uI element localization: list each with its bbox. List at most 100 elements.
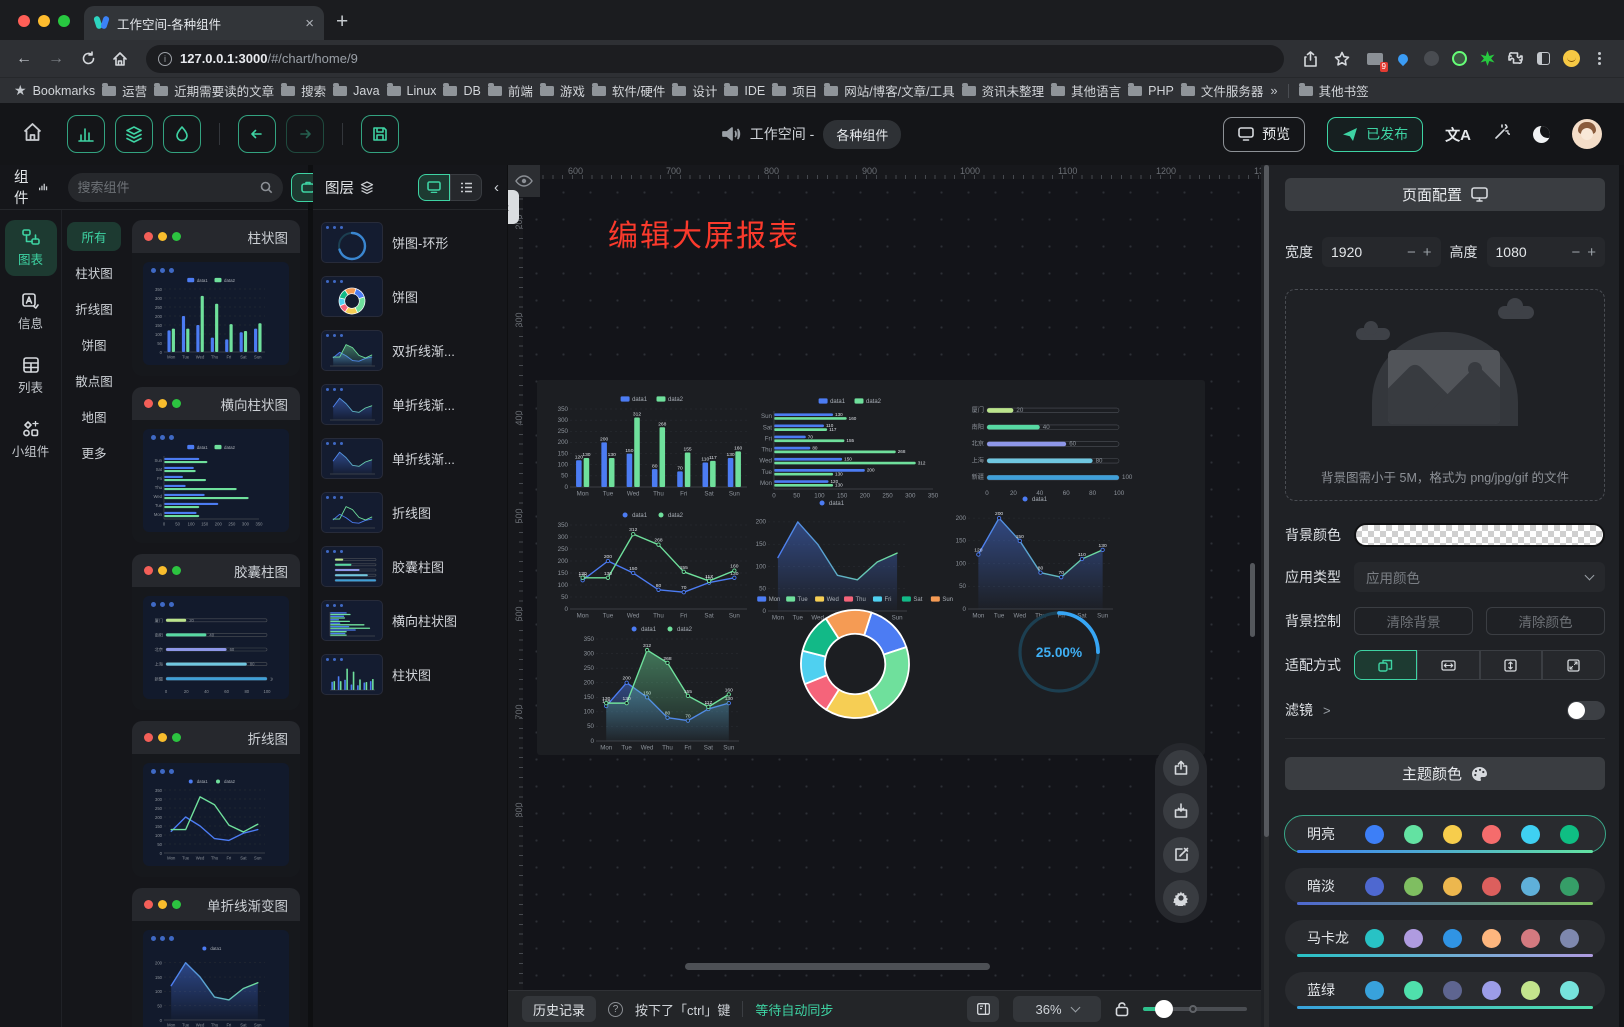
- canvas-chart-hbar[interactable]: data1data2130110708015020012016011715526…: [755, 394, 947, 500]
- forward-icon[interactable]: →: [42, 45, 70, 73]
- fit-stretch-button[interactable]: [1542, 650, 1605, 680]
- fit-height-button[interactable]: [1480, 650, 1543, 680]
- bookmark-star-icon[interactable]: [1328, 45, 1356, 73]
- zoom-select[interactable]: 36%: [1013, 996, 1101, 1022]
- bookmark-folder[interactable]: 网站/博客/文章/工具: [824, 81, 954, 100]
- other-bookmarks-folder[interactable]: 其他书签: [1299, 81, 1369, 100]
- site-info-icon[interactable]: i: [158, 52, 172, 66]
- minimize-window-button[interactable]: [38, 15, 50, 27]
- category-pie[interactable]: 饼图: [67, 330, 121, 359]
- share-icon[interactable]: [1296, 45, 1324, 73]
- collapse-layers-icon[interactable]: ‹: [494, 179, 499, 196]
- bookmark-folder[interactable]: 游戏: [540, 81, 585, 100]
- back-icon[interactable]: ←: [10, 45, 38, 73]
- maximize-window-button[interactable]: [58, 15, 70, 27]
- category-all[interactable]: 所有: [67, 222, 121, 251]
- bookmark-folder[interactable]: 近期需要读的文章: [154, 81, 274, 100]
- nav-item-charts[interactable]: 图表: [5, 220, 57, 276]
- decrease-width-button[interactable]: −: [1407, 244, 1416, 261]
- bookmarks-root[interactable]: ★Bookmarks: [14, 82, 95, 99]
- bookmark-folder[interactable]: DB: [443, 84, 480, 98]
- canvas-chart-bar[interactable]: data1data2050100150200250300350120200150…: [551, 392, 755, 498]
- browser-tab[interactable]: 工作空间-各种组件 ×: [84, 6, 324, 40]
- bookmark-folder[interactable]: 设计: [672, 81, 717, 100]
- magic-wand-icon[interactable]: [1493, 123, 1511, 146]
- width-value[interactable]: 1920: [1331, 244, 1400, 260]
- component-card-hbar[interactable]: 横向柱状图 data1data2MonTueWedThuFriSatSun050…: [132, 387, 300, 543]
- theme-row-bright[interactable]: 明亮: [1285, 816, 1605, 852]
- theme-color-button[interactable]: 主题颜色: [1285, 757, 1605, 790]
- nav-item-list[interactable]: 列表: [5, 348, 57, 404]
- height-value[interactable]: 1080: [1496, 244, 1565, 260]
- extension-green-circle-icon[interactable]: [1450, 50, 1468, 68]
- bookmark-folder[interactable]: IDE: [724, 84, 765, 98]
- window-controls[interactable]: [0, 15, 84, 40]
- fit-width-button[interactable]: [1417, 650, 1480, 680]
- publish-button[interactable]: 已发布: [1327, 117, 1423, 152]
- undo-button[interactable]: [238, 115, 276, 153]
- clear-background-button[interactable]: 清除背景: [1354, 607, 1473, 635]
- dark-mode-icon[interactable]: [1533, 126, 1550, 143]
- category-more[interactable]: 更多: [67, 438, 121, 467]
- help-icon[interactable]: ?: [608, 1002, 623, 1017]
- component-card-line-gradient[interactable]: 单折线渐变图 data1050100150200MonTueWedThuFriS…: [132, 888, 300, 1027]
- readme-panel-button[interactable]: [967, 996, 999, 1022]
- search-input[interactable]: [78, 180, 254, 195]
- bookmark-folder[interactable]: 资讯未整理: [962, 81, 1045, 100]
- layer-item[interactable]: 胶囊柱图: [321, 546, 499, 587]
- filter-expand-icon[interactable]: >: [1323, 703, 1331, 718]
- layer-item[interactable]: 饼图-环形: [321, 222, 499, 263]
- workspace-name-badge[interactable]: 各种组件: [823, 120, 901, 149]
- height-stepper[interactable]: 1080 − +: [1487, 237, 1606, 267]
- zoom-slider[interactable]: [1143, 1007, 1247, 1011]
- bookmark-folder[interactable]: 项目: [772, 81, 817, 100]
- bookmark-folder[interactable]: 文件服务器: [1181, 81, 1264, 100]
- tab-close-icon[interactable]: ×: [305, 15, 314, 32]
- background-color-swatch[interactable]: [1354, 523, 1605, 547]
- lock-icon[interactable]: [1115, 1001, 1129, 1017]
- dashboard-preview[interactable]: data1data2050100150200250300350120200150…: [537, 380, 1205, 755]
- bookmark-folder[interactable]: 前端: [488, 81, 533, 100]
- chart-panel-toggle-button[interactable]: [67, 115, 105, 153]
- canvas-chart-capsule[interactable]: 厦门20南阳40北京60上海80新疆100020406080100: [967, 398, 1133, 498]
- bookmark-folder[interactable]: Java: [333, 84, 379, 98]
- extension-kbd-icon[interactable]: 9: [1366, 50, 1384, 68]
- panel-collapse-button[interactable]: ‹: [508, 190, 519, 224]
- category-scatter[interactable]: 散点图: [67, 366, 121, 395]
- theme-row-macaron[interactable]: 马卡龙: [1285, 920, 1605, 956]
- canvas-horizontal-scrollbar[interactable]: [685, 963, 990, 970]
- new-tab-button[interactable]: +: [336, 11, 348, 32]
- app-type-select[interactable]: 应用颜色: [1354, 562, 1605, 592]
- extension-circle-icon[interactable]: [1422, 50, 1440, 68]
- theme-row-dim[interactable]: 暗淡: [1285, 868, 1605, 904]
- background-upload-dropzone[interactable]: 背景图需小于 5M，格式为 png/jpg/gif 的文件: [1285, 289, 1605, 501]
- user-avatar[interactable]: [1572, 119, 1602, 149]
- slider-knob[interactable]: [1155, 1000, 1173, 1018]
- reload-icon[interactable]: [74, 45, 102, 73]
- close-window-button[interactable]: [18, 15, 30, 27]
- canvas-chart-progress-ring[interactable]: 25.00%: [1015, 608, 1103, 696]
- bookmarks-overflow-button[interactable]: »: [1270, 83, 1277, 98]
- nav-item-widgets[interactable]: 小组件: [5, 412, 57, 468]
- side-panel-icon[interactable]: [1534, 50, 1552, 68]
- language-switch-icon[interactable]: 文A: [1445, 124, 1471, 145]
- edit-icon[interactable]: [1163, 837, 1199, 873]
- layer-list-view-toggle[interactable]: [450, 174, 482, 201]
- layer-item[interactable]: 单折线渐...: [321, 438, 499, 479]
- increase-height-button[interactable]: +: [1587, 244, 1596, 261]
- theme-row-bluegreen[interactable]: 蓝绿: [1285, 972, 1605, 1008]
- bookmark-folder[interactable]: 其他语言: [1051, 81, 1121, 100]
- component-card-line[interactable]: 折线图 data1data2050100150200250300350MonTu…: [132, 721, 300, 877]
- history-button[interactable]: 历史记录: [522, 996, 596, 1022]
- page-config-button[interactable]: 页面配置: [1285, 178, 1605, 211]
- preview-button[interactable]: 预览: [1223, 117, 1305, 152]
- canvas-vertical-scrollbar[interactable]: [1250, 563, 1255, 637]
- export-icon[interactable]: [1163, 750, 1199, 786]
- decrease-height-button[interactable]: −: [1571, 244, 1580, 261]
- settings-gear-icon[interactable]: [1163, 880, 1199, 916]
- bookmark-folder[interactable]: 运营: [102, 81, 147, 100]
- extensions-puzzle-icon[interactable]: [1506, 50, 1524, 68]
- layers-panel-toggle-button[interactable]: [115, 115, 153, 153]
- layer-item[interactable]: 饼图: [321, 276, 499, 317]
- bookmark-folder[interactable]: 软件/硬件: [592, 81, 665, 100]
